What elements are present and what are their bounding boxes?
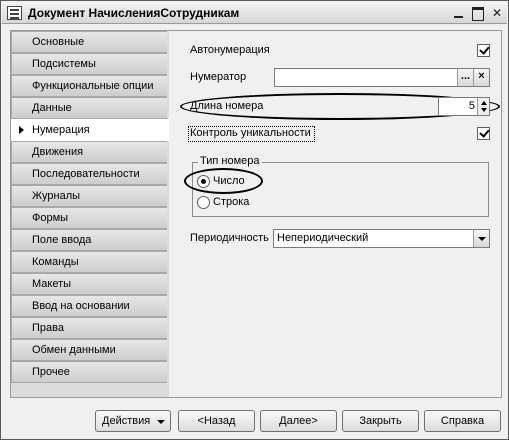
number-length-stepper[interactable]: 5 (438, 97, 490, 116)
sidebar-item-label: Прочее (32, 366, 70, 378)
current-tab-arrow-icon (19, 126, 24, 134)
sidebar-item-label: Основные (32, 36, 85, 48)
radio-selected-dot-icon (201, 179, 206, 184)
sidebar-item-label: Права (32, 322, 64, 334)
sidebar-item-label: Макеты (32, 278, 72, 290)
chevron-down-icon[interactable] (473, 230, 489, 247)
sidebar-item-numbering[interactable]: Нумерация (11, 119, 172, 141)
sidebar-item-input-on-basis[interactable]: Ввод на основании (11, 295, 167, 317)
sidebar-item-label: Обмен данными (32, 344, 116, 356)
close-icon[interactable]: ✕ (489, 6, 505, 20)
uniqueness-checkbox[interactable] (477, 127, 490, 140)
sidebar-item-label: Нумерация (32, 124, 90, 136)
sidebar-item-basic[interactable]: Основные (11, 31, 167, 53)
sidebar-item-label: Функциональные опции (32, 80, 154, 92)
periodicity-select[interactable]: Непериодический (273, 229, 490, 248)
number-length-label: Длина номера (190, 100, 264, 112)
spin-down-icon[interactable] (481, 108, 487, 112)
radio-number-label[interactable]: Число (213, 175, 245, 187)
window-title: Документ НачисленияСотрудникам (28, 6, 240, 20)
sidebar-item-label: Формы (32, 212, 69, 224)
actions-button-label: Действия (102, 415, 151, 427)
sidebar-item-journals[interactable]: Журналы (11, 185, 167, 207)
sidebar-item-sequences[interactable]: Последовательности (11, 163, 167, 185)
configuration-window: Документ НачисленияСотрудникам ✕ Основны… (0, 0, 509, 440)
numerator-select-button[interactable]: ... (457, 69, 473, 86)
sidebar-item-label: Команды (32, 256, 79, 268)
title-bar[interactable]: Документ НачисленияСотрудникам ✕ (2, 2, 507, 24)
sidebar-item-rights[interactable]: Права (11, 317, 167, 339)
minimize-icon[interactable] (451, 6, 467, 20)
sidebar-item-label: Движения (32, 146, 84, 158)
sidebar-item-functional-options[interactable]: Функциональные опции (11, 75, 167, 97)
periodicity-label: Периодичность (190, 232, 269, 244)
numerator-clear-button[interactable]: × (473, 69, 489, 86)
sidebar-item-subsystems[interactable]: Подсистемы (11, 53, 167, 75)
spin-buttons[interactable] (477, 98, 489, 115)
sidebar-item-label: Последовательности (32, 168, 140, 180)
sidebar-item-commands[interactable]: Команды (11, 251, 167, 273)
sidebar-item-input-field[interactable]: Поле ввода (11, 229, 167, 251)
radio-string-label[interactable]: Строка (213, 196, 249, 208)
back-button[interactable]: <Назад (178, 410, 255, 432)
maximize-icon[interactable] (470, 6, 486, 21)
radio-number[interactable] (197, 175, 210, 188)
actions-button[interactable]: Действия (95, 410, 171, 432)
numerator-field[interactable]: ... × (274, 68, 490, 87)
sidebar-item-label: Подсистемы (32, 58, 96, 70)
form-icon (7, 6, 22, 20)
help-button[interactable]: Справка (424, 410, 501, 432)
sidebar-item-label: Поле ввода (32, 234, 92, 246)
number-length-value: 5 (468, 100, 475, 112)
sidebar-item-templates[interactable]: Макеты (11, 273, 167, 295)
number-type-group-label: Тип номера (198, 155, 262, 167)
spin-up-icon[interactable] (481, 101, 487, 105)
periodicity-value: Непериодический (277, 232, 369, 244)
sidebar-item-data-exchange[interactable]: Обмен данными (11, 339, 167, 361)
sidebar-item-label: Журналы (32, 190, 81, 202)
checkmark-icon (479, 127, 490, 138)
checkmark-icon (479, 44, 490, 55)
autonumbering-label: Автонумерация (190, 44, 270, 56)
sidebar: Основные Подсистемы Функциональные опции… (10, 30, 172, 398)
uniqueness-label: Контроль уникальности (190, 127, 311, 139)
sidebar-item-other[interactable]: Прочее (11, 361, 167, 383)
sidebar-item-forms[interactable]: Формы (11, 207, 167, 229)
sidebar-item-label: Данные (32, 102, 72, 114)
close-button[interactable]: Закрыть (342, 410, 419, 432)
radio-string[interactable] (197, 196, 210, 209)
next-button[interactable]: Далее> (260, 410, 337, 432)
autonumbering-checkbox[interactable] (477, 44, 490, 57)
chevron-down-icon (157, 420, 165, 424)
sidebar-item-label: Ввод на основании (32, 300, 130, 312)
sidebar-item-data[interactable]: Данные (11, 97, 167, 119)
sidebar-item-movements[interactable]: Движения (11, 141, 167, 163)
numerator-label: Нумератор (190, 71, 247, 83)
